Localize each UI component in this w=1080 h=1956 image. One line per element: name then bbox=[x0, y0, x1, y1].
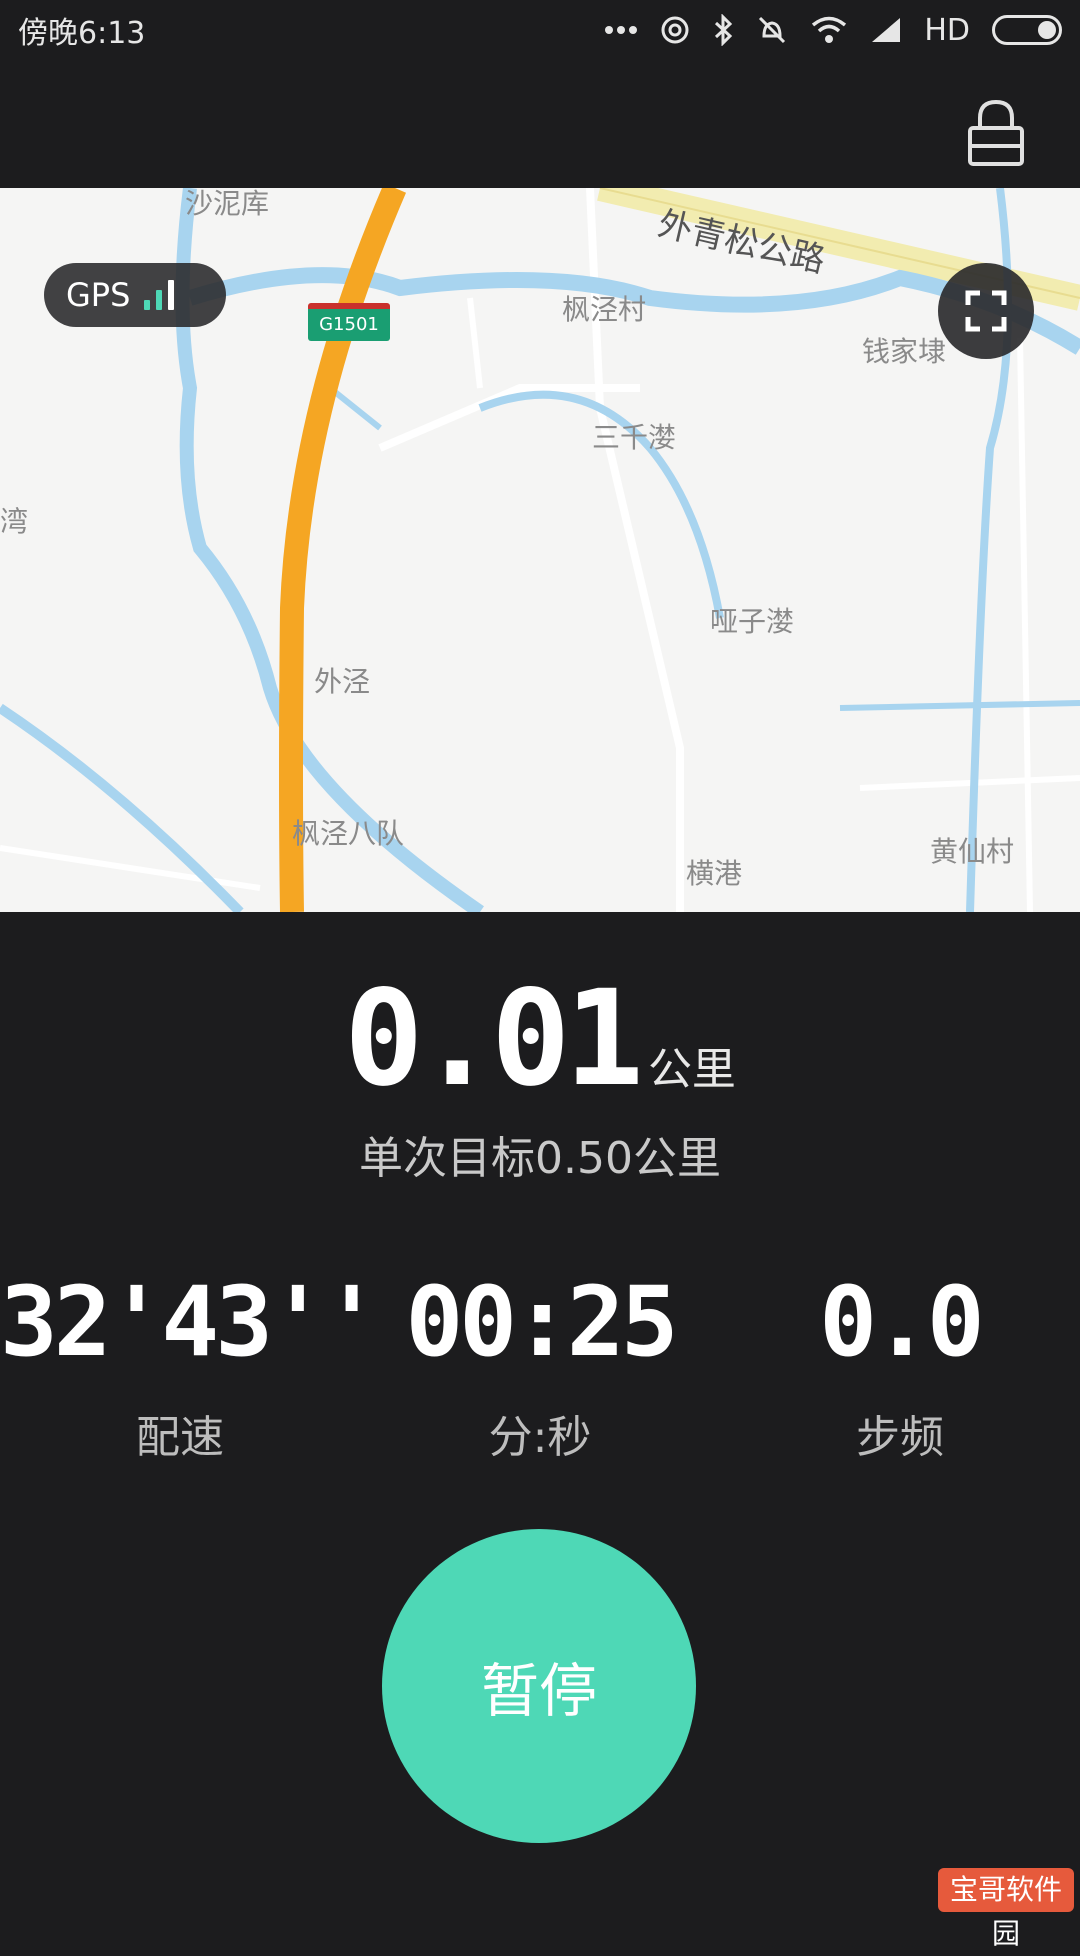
gps-signal-icon bbox=[144, 280, 174, 310]
status-time: 傍晚6:13 bbox=[18, 8, 604, 52]
place-label: 枫泾八队 bbox=[292, 812, 404, 852]
gps-label: GPS bbox=[66, 276, 130, 314]
place-label: 横港 bbox=[686, 852, 742, 892]
place-label: 外泾 bbox=[314, 660, 370, 700]
place-label: 枫泾村 bbox=[562, 288, 646, 328]
goal-text: 单次目标0.50公里 bbox=[0, 1122, 1080, 1186]
duration-metric: 00:25 分:秒 bbox=[360, 1267, 720, 1465]
place-label: 沙泥库 bbox=[185, 188, 269, 222]
network-type: HD bbox=[924, 13, 970, 48]
place-label: 哑子漤 bbox=[710, 600, 794, 640]
place-label: 钱家埭 bbox=[862, 330, 946, 370]
top-bar bbox=[0, 60, 1080, 188]
pace-value: 32'43'' bbox=[0, 1267, 360, 1377]
lock-button[interactable] bbox=[964, 98, 1028, 168]
signal-icon bbox=[870, 16, 902, 44]
run-stats-panel: 0.01公里 单次目标0.50公里 32'43'' 配速 00:25 分:秒 0… bbox=[0, 912, 1080, 1920]
distance-display: 0.01公里 bbox=[0, 962, 1080, 1116]
gps-indicator: GPS bbox=[44, 263, 226, 327]
expand-icon bbox=[962, 287, 1010, 335]
pause-button[interactable]: 暂停 bbox=[382, 1529, 696, 1843]
status-icons: HD bbox=[604, 13, 1062, 48]
cadence-metric: 0.0 步频 bbox=[720, 1267, 1080, 1465]
fullscreen-map-button[interactable] bbox=[938, 263, 1034, 359]
place-label: 三千漤 bbox=[592, 416, 676, 456]
more-dots-icon bbox=[604, 25, 638, 35]
duration-label: 分:秒 bbox=[360, 1401, 720, 1465]
lock-icon bbox=[964, 98, 1028, 168]
distance-unit: 公里 bbox=[648, 1044, 736, 1095]
watermark-logo: 宝哥软件园 bbox=[938, 1868, 1074, 1912]
battery-icon bbox=[992, 15, 1062, 45]
status-bar: 傍晚6:13 HD bbox=[0, 0, 1080, 60]
hotspot-icon bbox=[660, 15, 690, 45]
place-label: 黄仙村 bbox=[930, 830, 1014, 870]
map-view[interactable]: 外青松公路 G1501 沙泥库 枫泾村 钱家埭 三千漤 湾 哑子漤 外泾 枫泾八… bbox=[0, 188, 1080, 912]
highway-shield: G1501 bbox=[308, 303, 390, 341]
cadence-value: 0.0 bbox=[720, 1267, 1080, 1377]
bluetooth-icon bbox=[712, 14, 734, 46]
duration-value: 00:25 bbox=[360, 1267, 720, 1377]
wifi-icon bbox=[810, 15, 848, 45]
pace-label: 配速 bbox=[0, 1401, 360, 1465]
cadence-label: 步频 bbox=[720, 1401, 1080, 1465]
place-label: 湾 bbox=[0, 500, 28, 540]
distance-value: 0.01 bbox=[344, 962, 638, 1116]
alarm-off-icon bbox=[756, 14, 788, 46]
pace-metric: 32'43'' 配速 bbox=[0, 1267, 360, 1465]
